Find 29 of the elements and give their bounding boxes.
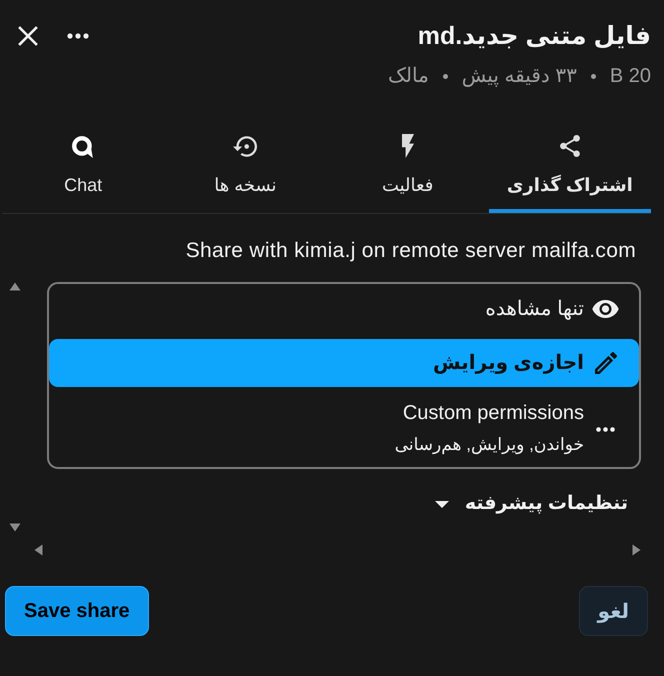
history-icon [233, 136, 258, 156]
close-icon[interactable] [18, 26, 38, 46]
tab[interactable]: اشتراک گذاری [488, 120, 651, 213]
bullet-icon [590, 74, 596, 78]
pencil-icon [594, 352, 616, 374]
scroll-down-icon[interactable] [9, 523, 21, 532]
bullet-icon [442, 74, 448, 78]
file-meta: ۳۳ دقیقه پیش [462, 64, 577, 88]
share-recipient-text: Share with kimia.j on remote server mailfa.com [186, 239, 636, 263]
lightning-icon [402, 134, 414, 158]
scroll-left-icon[interactable] [34, 544, 43, 556]
file-title: فایل متنی جدید.md [418, 21, 651, 51]
save-button[interactable]: Save share [5, 586, 149, 636]
permission-option[interactable]: اجازه‌ی ویرایش [49, 339, 639, 387]
more-icon [596, 426, 615, 432]
advanced-settings-toggle[interactable]: تنظیمات پیشرفته [434, 492, 628, 516]
tab[interactable]: فعالیت [326, 120, 489, 213]
chat-bubble-icon [72, 134, 94, 158]
permission-option[interactable]: تنها مشاهده [49, 285, 639, 333]
file-meta: 20 B [610, 64, 651, 88]
tab[interactable]: Chat [2, 120, 164, 213]
share-icon [560, 135, 580, 157]
more-icon[interactable] [67, 33, 89, 39]
cancel-button[interactable]: لغو [578, 586, 648, 636]
scroll-up-icon[interactable] [9, 282, 21, 291]
eye-icon [592, 300, 619, 318]
tab[interactable]: نسخه ها [164, 120, 326, 213]
file-meta: مالک [388, 64, 429, 88]
scroll-right-icon[interactable] [632, 544, 641, 556]
